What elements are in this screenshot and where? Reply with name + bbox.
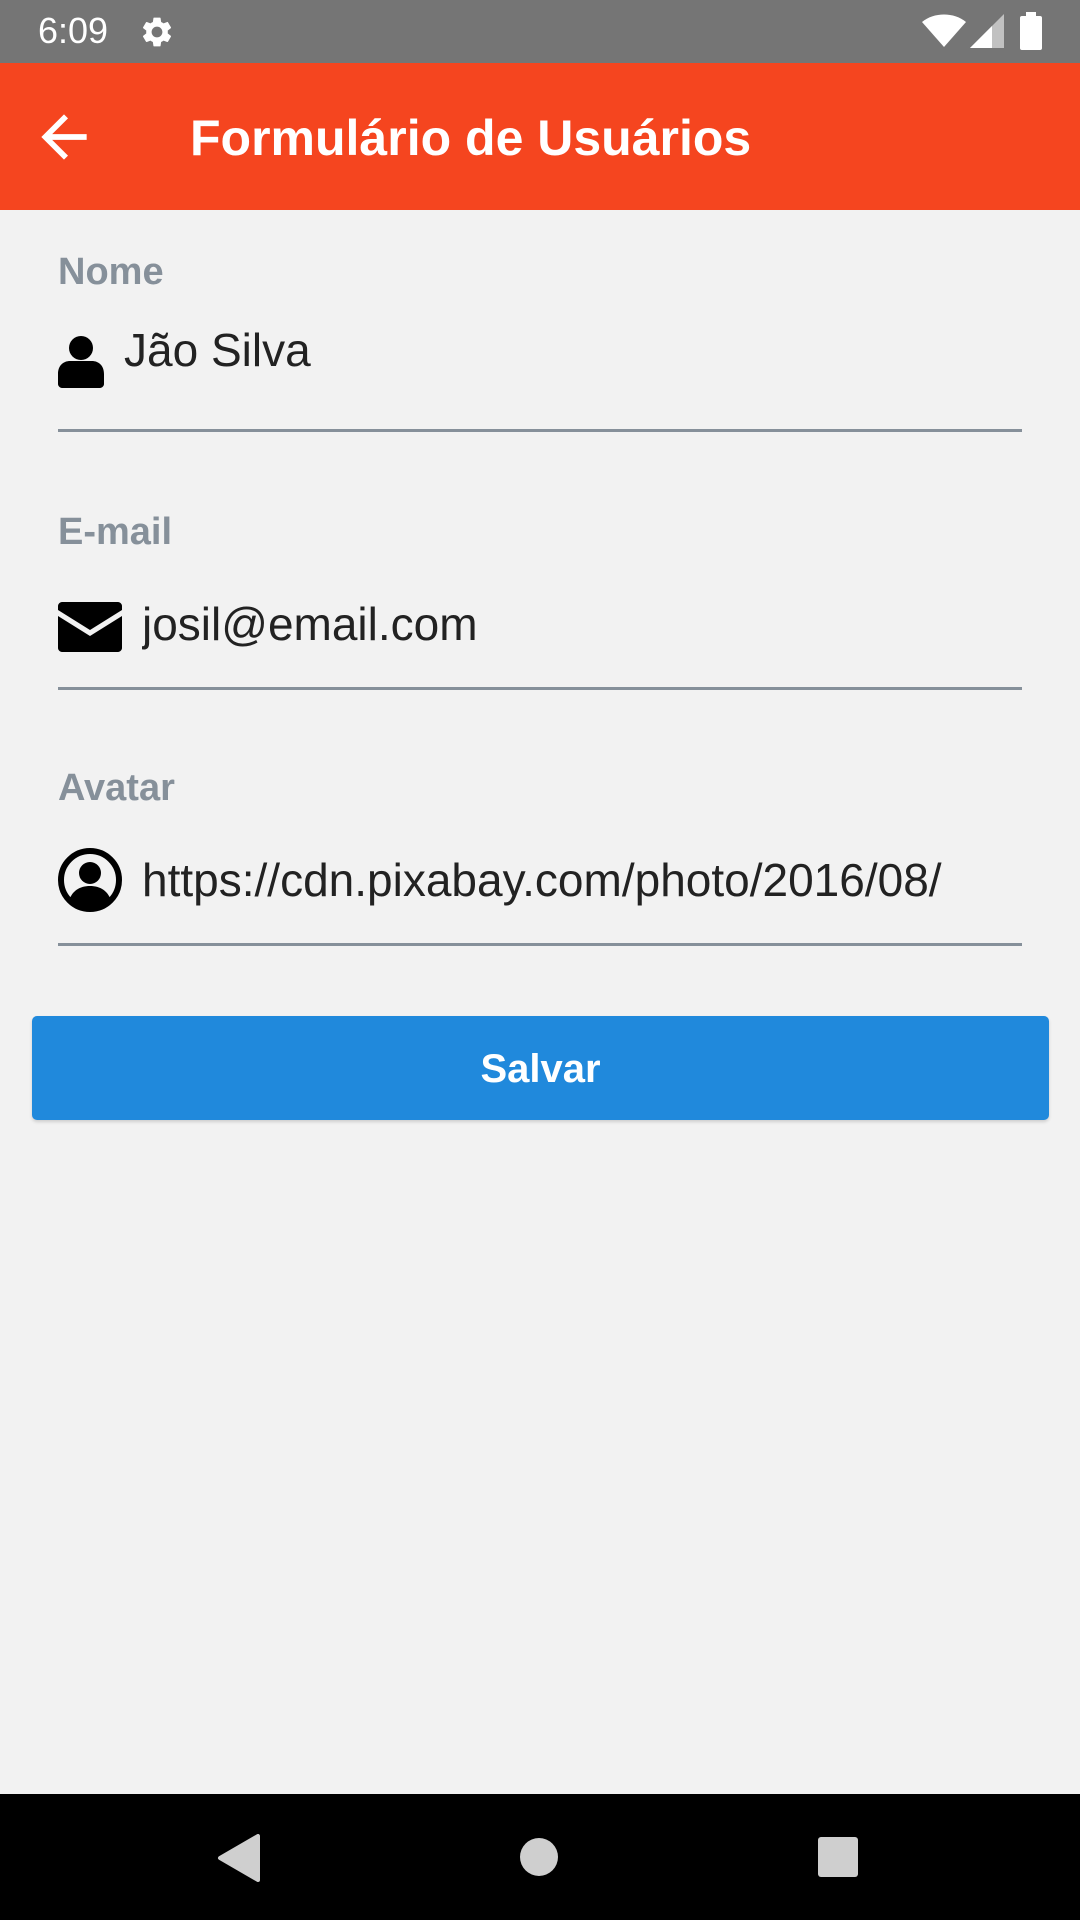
email-row	[58, 596, 1022, 676]
back-arrow-icon[interactable]	[30, 103, 98, 171]
nav-recents-icon[interactable]	[818, 1837, 858, 1877]
avatar-url-input[interactable]	[142, 852, 1014, 908]
user-circle-icon	[58, 848, 122, 912]
email-input[interactable]	[142, 596, 1014, 652]
wifi-icon	[922, 14, 966, 47]
name-input[interactable]	[124, 322, 1014, 378]
gear-icon	[142, 17, 172, 47]
name-row	[58, 322, 1022, 402]
app-bar: Formulário de Usuários	[0, 63, 1080, 210]
email-underline	[58, 687, 1022, 690]
email-label: E-mail	[58, 511, 173, 553]
screen: 6:09 Formulário de Usuários Nome Jão Sil…	[0, 0, 1080, 1920]
avatar-row	[58, 848, 1022, 928]
status-bar: 6:09	[0, 0, 1080, 63]
page-title: Formulário de Usuários	[190, 110, 752, 166]
avatar-label: Avatar	[58, 767, 175, 809]
name-underline	[58, 429, 1022, 432]
name-label: Nome	[58, 251, 164, 293]
avatar-underline	[58, 943, 1022, 946]
user-icon	[58, 336, 104, 388]
nav-back-icon[interactable]	[216, 1834, 260, 1882]
navigation-bar	[0, 1794, 1080, 1920]
email-field: E-mail	[58, 510, 1022, 692]
avatar-field: Avatar	[58, 766, 1022, 948]
name-field: Nome	[58, 250, 1022, 432]
signal-icon	[970, 14, 1004, 48]
save-button[interactable]: Salvar	[32, 1016, 1049, 1120]
status-time: 6:09	[38, 10, 109, 51]
envelope-icon	[58, 602, 122, 652]
battery-icon	[1020, 12, 1042, 50]
nav-home-icon[interactable]	[520, 1838, 558, 1876]
